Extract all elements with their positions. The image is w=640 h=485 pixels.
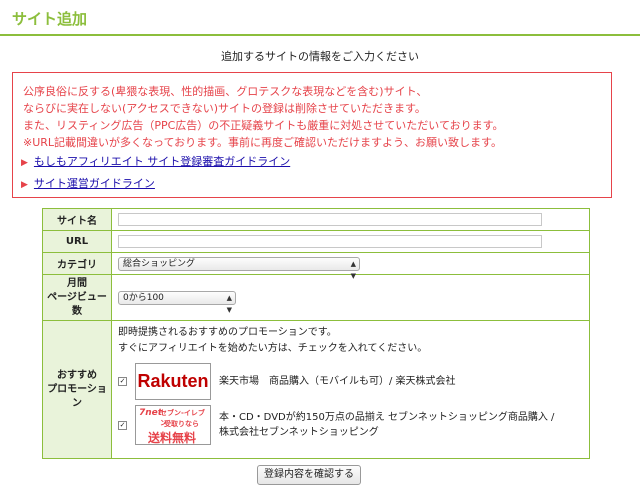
promotion-label-line: ン [72, 397, 82, 409]
guideline-link-row: ▶ もしもアフィリエイト サイト登録審査ガイドライン [21, 153, 290, 169]
pageviews-label-line: ページビュー [47, 291, 107, 303]
site-name-label: サイト名 [42, 208, 112, 231]
rakuten-logo: Rakuten [135, 363, 211, 400]
pageviews-label-line: 数 [72, 305, 82, 317]
promotion-description: 本・CD・DVDが約150万点の品揃え セブンネットショッピング商品購入 / 株… [219, 412, 555, 438]
promotion-label-line: プロモーショ [47, 383, 107, 395]
select-arrows-icon: ▲ ▼ [226, 293, 232, 314]
notice-line: ※URL記載間違いが多くなっております。事前に再度ご確認いただけますよう、お願い… [23, 136, 502, 149]
select-arrows-icon: ▲ ▼ [350, 259, 356, 280]
guideline-link-row: ▶ サイト運営ガイドライン [21, 175, 155, 191]
intro-text: 追加するサイトの情報をご入力ください [221, 50, 419, 63]
promotion-checkbox[interactable]: ✓ [118, 420, 127, 430]
page-header: サイト追加 [0, 0, 640, 36]
arrow-right-icon: ▶ [21, 180, 28, 190]
site-form: サイト名 URL カテゴリ 総合ショッピング ▲ ▼ 月間 ページビュー 数 0か… [42, 208, 590, 459]
promotion-intro-line: すぐにアフィリエイトを始めたい方は、チェックを入れてください。 [118, 343, 428, 354]
pageviews-select-value: 0から100 [123, 292, 164, 303]
notice-line: 公序良俗に反する(卑猥な表現、性的描画、グロテスクな表現などを含む)サイト、 [23, 85, 428, 98]
promotion-description: 楽天市場 商品購入（モバイルも可）/ 楽天株式会社 [219, 376, 456, 387]
site-name-input[interactable] [118, 213, 542, 226]
promotion-intro: 即時提携されるおすすめのプロモーションです。 すぐにアフィリエイトを始めたい方は… [118, 321, 583, 357]
url-input[interactable] [118, 235, 542, 248]
category-select-value: 総合ショッピング [123, 258, 196, 269]
category-label: カテゴリ [42, 252, 112, 275]
arrow-right-icon: ▶ [21, 158, 28, 168]
promotion-label-line: おすすめ [57, 369, 97, 381]
notice-line: ならびに実在しない(アクセスできない)サイトの登録は削除させていただきます。 [23, 102, 426, 115]
category-select[interactable]: 総合ショッピング ▲ ▼ [118, 256, 360, 280]
promotion-intro-line: 即時提携されるおすすめのプロモーションです。 [118, 327, 337, 338]
seven-net-logo: 7net セブン-イレブン 受取りなら 送料無料 [135, 405, 211, 445]
pageviews-select[interactable]: 0から100 ▲ ▼ [118, 290, 236, 314]
promotion-checkbox[interactable]: ✓ [118, 377, 127, 386]
promotion-item: ✓ 7net セブン-イレブン 受取りなら 送料無料 本・CD・DVDが約150… [118, 405, 583, 445]
confirm-button[interactable]: 登録内容を確認する [257, 465, 361, 485]
url-label: URL [42, 230, 112, 253]
pageviews-label: 月間 ページビュー 数 [42, 274, 112, 321]
site-operation-guideline-link[interactable]: サイト運営ガイドライン [34, 177, 155, 190]
notice-line: また、リスティング広告（PPC広告）の不正疑義サイトも厳重に対処させていただいて… [23, 119, 504, 132]
site-review-guideline-link[interactable]: もしもアフィリエイト サイト登録審査ガイドライン [34, 155, 290, 168]
notice-box: 公序良俗に反する(卑猥な表現、性的描画、グロテスクな表現などを含む)サイト、 な… [12, 72, 612, 198]
promotion-label: おすすめ プロモーショ ン [42, 320, 112, 459]
pageviews-label-line: 月間 [67, 277, 87, 289]
promotion-item: ✓ Rakuten 楽天市場 商品購入（モバイルも可）/ 楽天株式会社 [118, 363, 583, 400]
page-title: サイト追加 [12, 10, 88, 28]
